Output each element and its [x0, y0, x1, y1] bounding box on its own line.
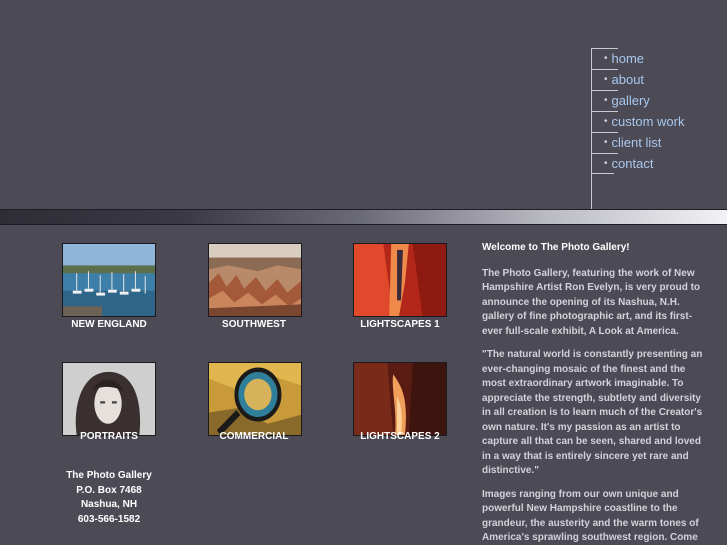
nav-label: custom work: [611, 114, 685, 129]
address-phone: 603-566-1582: [77, 513, 141, 525]
caption-new-england[interactable]: NEW ENGLAND: [49, 319, 169, 330]
caption-commercial[interactable]: COMMERCIAL: [194, 431, 314, 442]
nav-item-about[interactable]: • about: [592, 69, 727, 90]
bullet-icon: •: [604, 158, 608, 169]
thumb-lightscapes-1[interactable]: [353, 243, 447, 317]
nav-label: contact: [611, 156, 654, 171]
thumb-lightscapes-2[interactable]: [353, 362, 447, 436]
nav-link-contact[interactable]: • contact: [604, 156, 653, 171]
address-block: The Photo Gallery P.O. Box 7468 Nashua, …: [50, 469, 168, 527]
nav-label: client list: [611, 135, 662, 150]
caption-southwest[interactable]: SOUTHWEST: [194, 319, 314, 330]
nav-divider: [592, 111, 618, 112]
nav-link-custom-work[interactable]: • custom work: [604, 114, 684, 129]
bullet-icon: •: [604, 95, 608, 106]
caption-lightscapes-2[interactable]: LIGHTSCAPES 2: [340, 431, 460, 442]
nav-link-client-list[interactable]: • client list: [604, 135, 661, 150]
nav-item-custom-work[interactable]: • custom work: [592, 111, 727, 132]
bullet-icon: •: [604, 53, 608, 64]
nav-label: home: [611, 51, 645, 66]
main-nav: • home • about • gallery • custom work • clie…: [591, 48, 727, 210]
address-name: The Photo Gallery: [66, 470, 152, 481]
thumb-southwest[interactable]: [208, 243, 302, 317]
caption-lightscapes-1[interactable]: LIGHTSCAPES 1: [340, 319, 460, 330]
address-city: Nashua, NH: [80, 499, 138, 510]
nav-label: gallery: [611, 93, 650, 108]
nav-divider: [592, 48, 618, 49]
intro-paragraph-2: "The natural world is constantly present…: [482, 349, 703, 476]
intro-content: Welcome to The Photo Gallery! The Photo …: [482, 241, 710, 545]
gradient-divider-band: [0, 209, 727, 225]
caption-portraits[interactable]: PORTRAITS: [49, 431, 169, 442]
nav-item-client-list[interactable]: • client list: [592, 132, 727, 153]
nav-item-home[interactable]: • home: [592, 48, 727, 69]
intro-paragraph-1: The Photo Gallery, featuring the work of…: [482, 267, 701, 337]
intro-paragraph-3: Images ranging from our own unique and p…: [482, 488, 699, 544]
welcome-heading: Welcome to The Photo Gallery!: [482, 242, 630, 253]
bullet-icon: •: [604, 137, 608, 148]
nav-link-about[interactable]: • about: [604, 72, 644, 87]
bullet-icon: •: [604, 74, 608, 85]
thumb-new-england[interactable]: [62, 243, 156, 317]
bullet-icon: •: [604, 116, 608, 127]
nav-divider: [592, 69, 618, 70]
nav-divider: [592, 132, 618, 133]
nav-divider: [592, 153, 618, 154]
thumb-commercial[interactable]: [208, 362, 302, 436]
nav-label: about: [611, 72, 645, 87]
nav-item-gallery[interactable]: • gallery: [592, 90, 727, 111]
nav-link-gallery[interactable]: • gallery: [604, 93, 650, 108]
nav-divider: [592, 173, 614, 174]
nav-link-home[interactable]: • home: [604, 51, 644, 66]
nav-divider: [592, 90, 618, 91]
nav-item-contact[interactable]: • contact: [592, 153, 727, 174]
address-po-box: P.O. Box 7468: [76, 484, 142, 496]
thumb-portraits[interactable]: [62, 362, 156, 436]
